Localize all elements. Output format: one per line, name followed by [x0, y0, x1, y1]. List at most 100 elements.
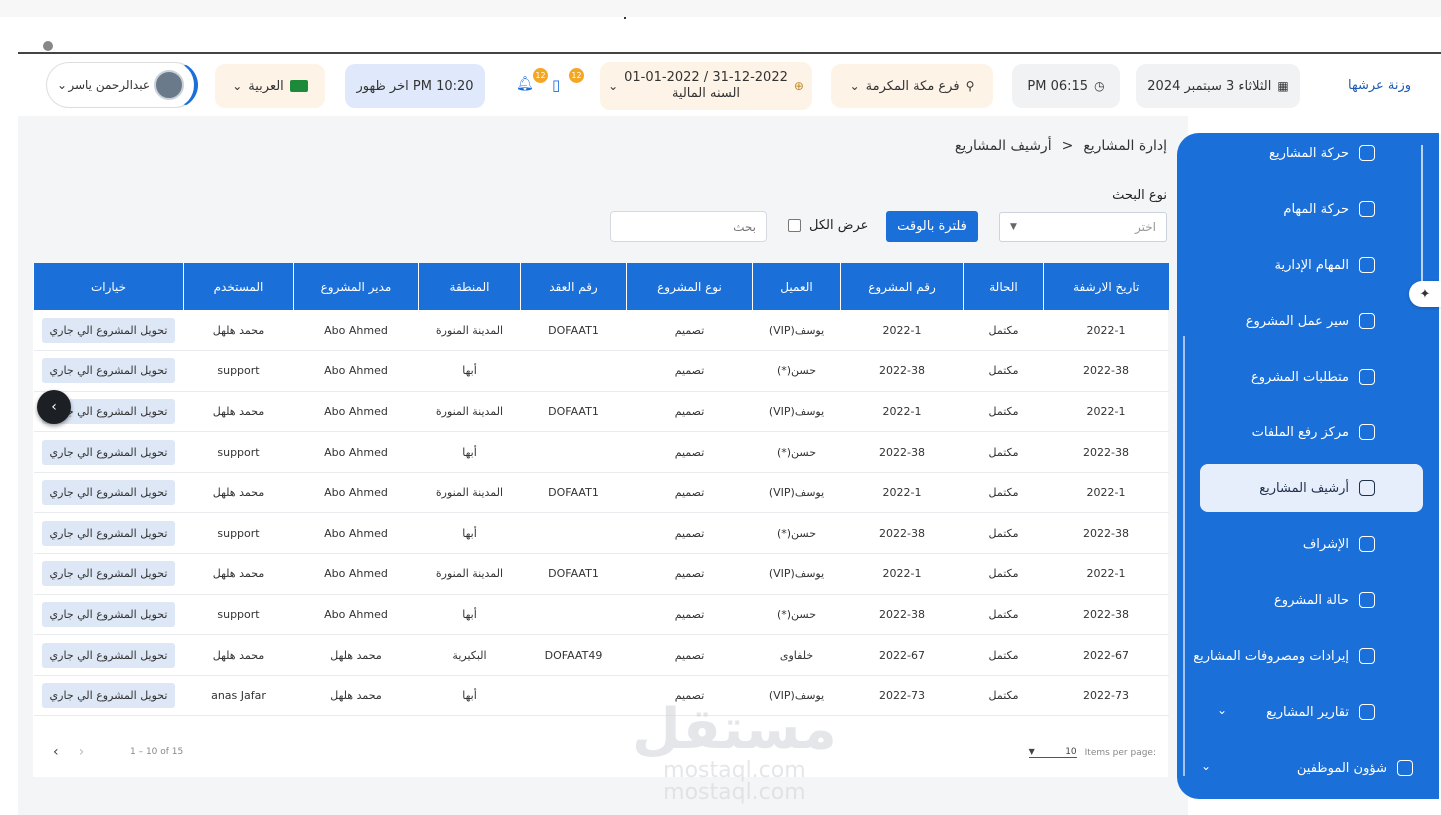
sidebar-item[interactable]: شؤون الموظفين — [1297, 746, 1413, 790]
table-cell: Abo Ahmed — [293, 512, 419, 555]
chevron-left-icon[interactable]: ‹ — [37, 390, 71, 424]
sidebar-item[interactable]: الإشراف — [1303, 522, 1375, 566]
table-row: 2022-1 مكتمل 2022-1 يوسف(VIP) تصميم DOFAAT1 ال… — [33, 472, 1169, 514]
messages-button[interactable]: ▯ 12 — [552, 68, 584, 98]
convert-to-active-button[interactable]: تحويل المشروع الي جاري — [41, 683, 176, 709]
table-cell — [520, 594, 627, 636]
show-all-label: عرض الكل — [809, 218, 869, 233]
table-cell: يوسف(VIP) — [752, 553, 841, 595]
convert-to-active-button[interactable]: تحويل المشروع الي جاري — [41, 317, 176, 343]
table-cell — [520, 512, 627, 555]
options-cell: تحويل المشروع الي جاري — [33, 553, 184, 595]
upload-icon — [1359, 424, 1375, 440]
sidebar-item[interactable]: سير عمل المشروع — [1246, 299, 1375, 343]
items-per-page-select[interactable]: ▼ 10 — [1028, 747, 1077, 758]
sidebar-item-label: سير عمل المشروع — [1245, 313, 1349, 329]
convert-to-active-button[interactable]: تحويل المشروع الي جاري — [41, 439, 176, 465]
column-header: العميل — [752, 263, 841, 310]
user-menu[interactable]: ⌄ عبدالرحمن ياسر — [46, 62, 198, 108]
search-type-select[interactable]: ▼ اختر — [999, 212, 1167, 242]
table-cell: أبها — [418, 350, 521, 392]
table-cell: 2022-38 — [1043, 512, 1169, 555]
breadcrumb-parent[interactable]: إدارة المشاريع — [1083, 138, 1167, 154]
convert-to-active-button[interactable]: تحويل المشروع الي جاري — [41, 561, 176, 587]
options-cell: تحويل المشروع الي جاري — [33, 634, 184, 676]
table-cell: يوسف(VIP) — [752, 472, 841, 514]
sidebar-item[interactable]: المهام الإدارية — [1274, 243, 1375, 287]
sidebar-item[interactable]: حركة المشاريع — [1269, 131, 1375, 175]
table-cell: 2022-38 — [1043, 350, 1169, 392]
branch-select[interactable]: ⌄ فرع مكة المكرمة ⚲ — [831, 64, 993, 108]
sidebar-item-label: متطلبات المشروع — [1250, 369, 1349, 385]
language-select[interactable]: ⌄ العربية — [215, 64, 325, 108]
sidebar-item[interactable]: حركة المهام — [1283, 187, 1375, 231]
table-cell: تصميم — [626, 472, 753, 514]
table-cell: المدينة المنورة — [418, 472, 521, 514]
chevron-down-icon[interactable]: ⌄ — [1217, 703, 1227, 717]
watermark-latin-1: mostaql.com — [663, 758, 806, 783]
watermark-latin-2: mostaql.com — [663, 780, 806, 805]
sidebar-item[interactable]: مركز رفع الملفات — [1252, 410, 1375, 454]
table-cell: حسن(*) — [752, 350, 841, 392]
table-cell: 2022-38 — [840, 594, 964, 636]
sidebar-item[interactable]: تقارير المشاريع — [1266, 690, 1375, 734]
table-cell: 2022-1 — [840, 553, 964, 595]
chevron-down-icon[interactable]: ⌄ — [1201, 759, 1211, 773]
table-cell: البكيرية — [418, 634, 521, 676]
options-cell: تحويل المشروع الي جاري — [33, 512, 184, 555]
table-cell: تصميم — [626, 512, 753, 555]
sidebar-item[interactable]: حالة المشروع — [1274, 578, 1375, 622]
archive-icon — [1359, 480, 1375, 496]
table-cell: محمد هلهل — [183, 472, 294, 514]
notifications-button[interactable]: 🔔︎ 12 — [516, 68, 548, 98]
table-cell: تصميم — [626, 310, 753, 352]
table-cell: 2022-38 — [1043, 594, 1169, 636]
convert-to-active-button[interactable]: تحويل المشروع الي جاري — [41, 601, 176, 627]
sidebar-item-label: حركة المشاريع — [1269, 145, 1349, 161]
convert-to-active-button[interactable]: تحويل المشروع الي جاري — [41, 642, 176, 668]
table-row: 2022-38 مكتمل 2022-38 حسن(*) تصميم أبها Abo Ah… — [33, 594, 1169, 636]
sidebar-item[interactable]: متطلبات المشروع — [1251, 355, 1375, 399]
prev-page-icon[interactable]: ‹ — [53, 744, 59, 760]
sidebar-item-label: إيرادات ومصروفات المشاريع — [1193, 648, 1349, 664]
table-cell: 2022-38 — [840, 350, 964, 392]
filter-by-time-button[interactable]: فلترة بالوقت — [886, 211, 978, 242]
convert-to-active-button[interactable]: تحويل المشروع الي جاري — [41, 520, 176, 546]
table-cell: مكتمل — [963, 431, 1044, 473]
watermark-arabic: مستقل — [632, 697, 837, 762]
table-cell: مكتمل — [963, 553, 1044, 595]
fiscal-label-text: السنه المالية — [671, 86, 741, 101]
table-cell: 2022-38 — [1043, 431, 1169, 473]
sparkle-icon[interactable]: ✦ — [1409, 281, 1441, 307]
search-input[interactable] — [610, 211, 767, 242]
status-icon — [1359, 592, 1375, 608]
table-cell: support — [183, 350, 294, 392]
top-strip — [0, 0, 1441, 17]
convert-to-active-button[interactable]: تحويل المشروع الي جاري — [41, 358, 176, 384]
location-pin-icon: ⚲ — [965, 79, 975, 93]
chevron-down-icon: ⌄ — [608, 79, 619, 93]
table-cell: تصميم — [626, 431, 753, 473]
sidebar-item[interactable]: إيرادات ومصروفات المشاريع — [1193, 634, 1375, 678]
show-all-toggle[interactable]: عرض الكل — [788, 218, 868, 233]
fiscal-range-text: 01-01-2022 / 31-12-2022 — [624, 70, 788, 85]
table-cell: 2022-1 — [1043, 391, 1169, 433]
requirements-icon — [1359, 369, 1375, 385]
table-cell: DOFAAT1 — [520, 310, 627, 352]
pager-nav: ‹ › — [53, 744, 84, 760]
admin-tasks-icon — [1359, 257, 1375, 273]
table-cell: 2022-38 — [840, 512, 964, 555]
fiscal-year-select[interactable]: ⌄ 01-01-2022 / 31-12-2022 السنه المالية … — [600, 62, 812, 110]
table-cell: محمد هلهل — [183, 553, 294, 595]
sidebar-scrollbar[interactable] — [1421, 145, 1423, 295]
options-cell: تحويل المشروع الي جاري — [33, 675, 184, 717]
window-dot — [43, 41, 53, 51]
convert-to-active-button[interactable]: تحويل المشروع الي جاري — [41, 480, 176, 506]
table-cell: Abo Ahmed — [293, 594, 419, 636]
table-cell: تصميم — [626, 553, 753, 595]
show-all-checkbox[interactable] — [788, 219, 801, 232]
next-page-icon[interactable]: › — [79, 744, 85, 760]
breadcrumb: إدارة المشاريع < أرشيف المشاريع — [955, 138, 1167, 154]
sidebar-item[interactable]: أرشيف المشاريع — [1259, 466, 1375, 510]
brand-link[interactable]: وزنة عرشها — [1348, 78, 1411, 93]
